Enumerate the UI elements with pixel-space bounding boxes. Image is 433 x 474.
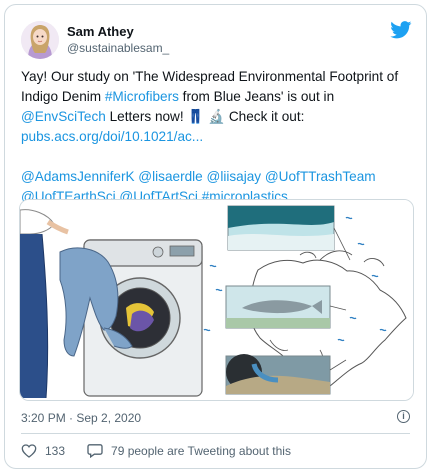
tweet-text: Yay! Our study on 'The Widespread Enviro… — [21, 67, 413, 207]
tweeting-about-text: 79 people are Tweeting about this — [111, 443, 291, 458]
article-link[interactable]: pubs.acs.org/doi/10.1021/ac... — [21, 129, 203, 144]
hashtag-microfibers[interactable]: #Microfibers — [105, 89, 179, 104]
tweet-timestamp[interactable]: 3:20 PM · Sep 2, 2020 — [21, 411, 141, 425]
tweet-line-1: Yay! Our study on 'The Widespread Enviro… — [21, 69, 399, 84]
tweet-card[interactable]: Sam Athey @sustainablesam_ Yay! Our stud… — [4, 4, 427, 469]
tweet-line-3-post: Letters now! 👖 🔬 Check it out: — [105, 109, 305, 124]
like-count: 133 — [45, 443, 66, 458]
tweeting-about-link[interactable]: 79 people are Tweeting about this — [87, 443, 291, 458]
mentions-line-1[interactable]: @AdamsJenniferK @lisaerdle @liisajay @Uo… — [21, 167, 413, 187]
tweet-line-4: pubs.acs.org/doi/10.1021/ac... — [21, 127, 413, 147]
author-avatar[interactable] — [21, 21, 59, 59]
like-button[interactable]: 133 — [21, 444, 65, 458]
twitter-bird-icon[interactable] — [390, 21, 412, 39]
tweet-line-2-pre: Indigo Denim — [21, 89, 105, 104]
mention-envscitech[interactable]: @EnvSciTech — [21, 109, 106, 124]
author-name[interactable]: Sam Athey — [67, 23, 134, 40]
heart-icon — [21, 443, 37, 458]
info-icon[interactable]: i — [397, 410, 410, 423]
speech-bubble-icon — [87, 444, 103, 458]
tweet-line-3: @EnvSciTech Letters now! 👖 🔬 Check it ou… — [21, 107, 413, 127]
tweet-line-2: Indigo Denim #Microfibers from Blue Jean… — [21, 87, 413, 107]
tweet-line-2-post: from Blue Jeans' is out in — [178, 89, 335, 104]
tweet-actions: 133 79 people are Tweeting about this — [21, 443, 291, 458]
tweet-media-image[interactable] — [19, 199, 414, 401]
divider — [21, 433, 410, 434]
author-handle[interactable]: @sustainablesam_ — [67, 40, 169, 56]
